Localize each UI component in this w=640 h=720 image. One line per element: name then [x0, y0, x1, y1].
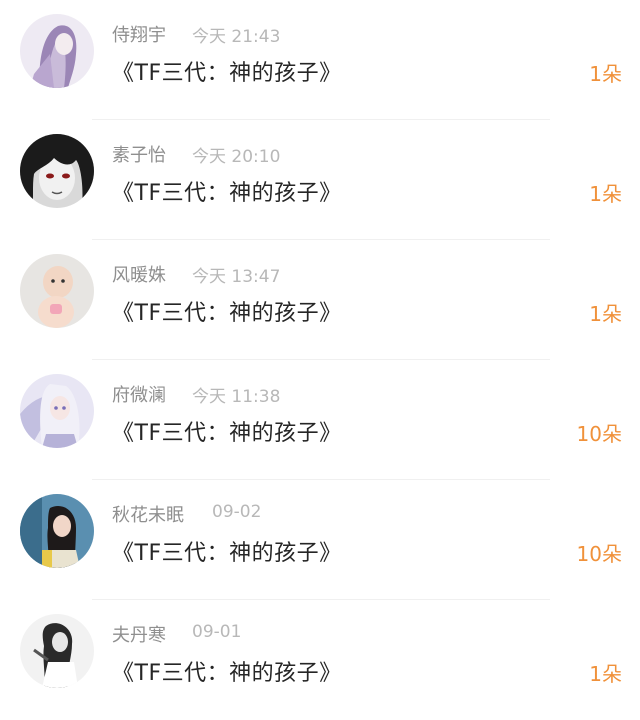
- purple-hair-girl-avatar-icon: [20, 14, 94, 88]
- work-title: 《TF三代：神的孩子》: [112, 661, 342, 686]
- avatar[interactable]: [20, 14, 94, 88]
- list-item[interactable]: 夫丹寒 09-01 《TF三代：神的孩子》 1朵: [0, 600, 640, 720]
- avatar[interactable]: [20, 374, 94, 448]
- list-item[interactable]: 素子怡 今天 20:10 《TF三代：神的孩子》 1朵: [0, 120, 640, 240]
- work-title: 《TF三代：神的孩子》: [112, 61, 342, 86]
- anime-girl-umbrella-avatar-icon: [20, 374, 94, 448]
- list-item[interactable]: 秋花未眠 09-02 《TF三代：神的孩子》 10朵: [0, 480, 640, 600]
- avatar[interactable]: [20, 134, 94, 208]
- flower-count: 10朵: [576, 542, 622, 566]
- flower-count: 10朵: [576, 422, 622, 446]
- list-item[interactable]: 侍翔宇 今天 21:43 《TF三代：神的孩子》 1朵: [0, 0, 640, 120]
- timestamp: 09-02: [212, 502, 262, 522]
- avatar[interactable]: [20, 494, 94, 568]
- timestamp: 今天 20:10: [192, 147, 281, 167]
- user-name: 夫丹寒: [112, 625, 166, 646]
- avatar[interactable]: [20, 614, 94, 688]
- list-item[interactable]: 风暖姝 今天 13:47 《TF三代：神的孩子》 1朵: [0, 240, 640, 360]
- flower-count: 1朵: [589, 302, 622, 326]
- work-title: 《TF三代：神的孩子》: [112, 301, 342, 326]
- flower-count: 1朵: [589, 662, 622, 686]
- timestamp: 今天 21:43: [192, 27, 281, 47]
- anime-boy-avatar-icon: [20, 134, 94, 208]
- timestamp: 今天 13:47: [192, 267, 281, 287]
- girl-photo-avatar-icon: [20, 494, 94, 568]
- avatar[interactable]: [20, 254, 94, 328]
- work-title: 《TF三代：神的孩子》: [112, 421, 342, 446]
- user-name: 府微澜: [112, 385, 166, 406]
- baby-avatar-icon: [20, 254, 94, 328]
- flower-count: 1朵: [589, 62, 622, 86]
- list-item[interactable]: 府微澜 今天 11:38 《TF三代：神的孩子》 10朵: [0, 360, 640, 480]
- work-title: 《TF三代：神的孩子》: [112, 541, 342, 566]
- gift-record-list: 侍翔宇 今天 21:43 《TF三代：神的孩子》 1朵 素子怡 今天 20:10…: [0, 0, 640, 707]
- timestamp: 今天 11:38: [192, 387, 281, 407]
- user-name: 风暖姝: [112, 265, 166, 286]
- timestamp: 09-01: [192, 622, 242, 642]
- user-name: 侍翔宇: [112, 25, 166, 46]
- bw-girl-avatar-icon: [20, 614, 94, 688]
- user-name: 素子怡: [112, 145, 166, 166]
- work-title: 《TF三代：神的孩子》: [112, 181, 342, 206]
- flower-count: 1朵: [589, 182, 622, 206]
- user-name: 秋花未眠: [112, 505, 184, 526]
